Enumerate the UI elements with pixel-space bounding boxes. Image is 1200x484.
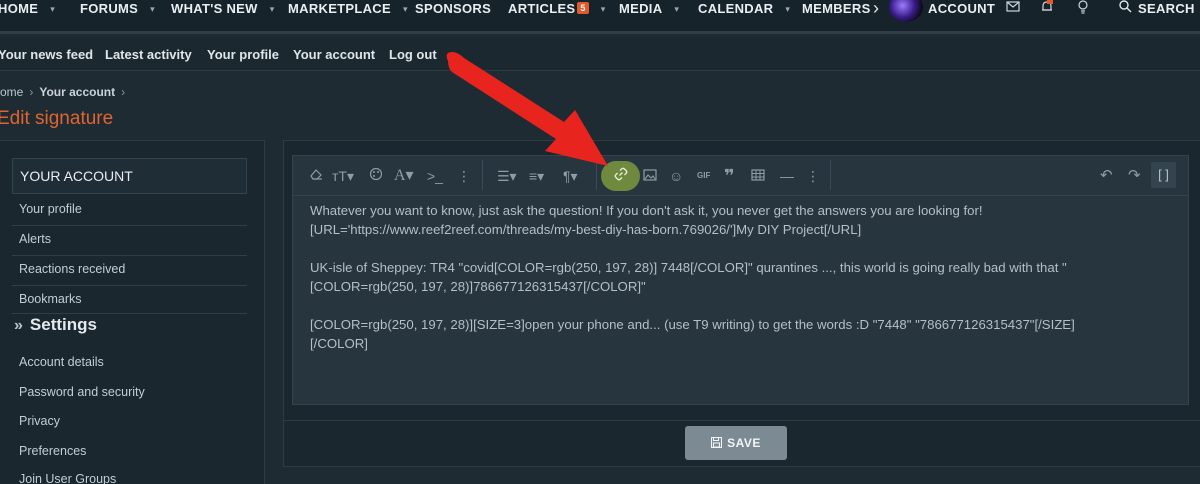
red-arrow	[446, 52, 608, 166]
annotation-arrow	[446, 52, 608, 166]
